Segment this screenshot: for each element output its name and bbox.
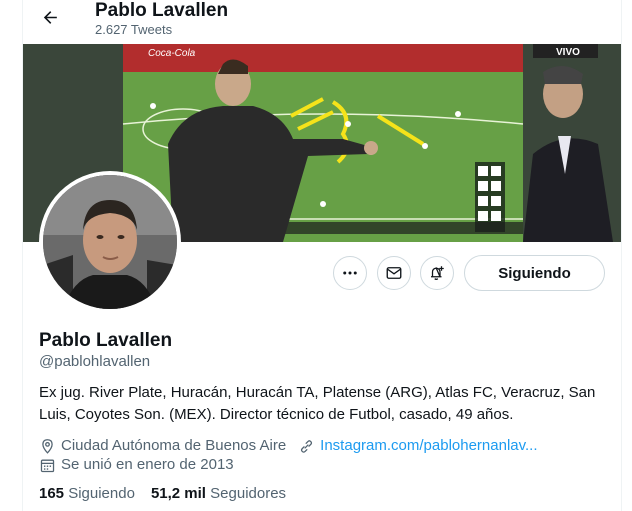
profile-meta-row-1: Ciudad Autónoma de Buenos Aire Instagram… — [39, 437, 538, 455]
profile-joined-date: Se unió en enero de 2013 — [61, 456, 234, 473]
back-button[interactable] — [35, 2, 65, 32]
followers-label: Seguidores — [210, 485, 287, 502]
profile-name: Pablo Lavallen — [39, 330, 173, 351]
more-dots-icon — [343, 271, 357, 275]
followers-stat-link[interactable]: 51,2 mil Seguidores — [151, 485, 286, 502]
location-pin-icon — [42, 438, 53, 454]
header-name: Pablo Lavallen — [95, 0, 229, 21]
envelope-icon — [386, 267, 402, 279]
followers-count: 51,2 mil — [150, 485, 206, 502]
profile-bio: Ex jug. River Plate, Huracán, Huracán TA… — [39, 384, 596, 423]
profile-website-link[interactable]: Instagram.com/pablohernanlav... — [320, 437, 537, 455]
following-label: Siguiendo — [68, 485, 135, 502]
header-tweet-count: 2.627 Tweets — [95, 22, 173, 37]
avatar-image — [43, 175, 177, 309]
profile-handle: @pablohlavallen — [39, 353, 151, 370]
profile-meta-row-2: Se unió en enero de 2013 — [39, 456, 234, 474]
ad-text: Coca-Cola — [148, 48, 196, 59]
arrow-left-icon — [43, 10, 57, 24]
avatar — [43, 175, 177, 309]
live-badge: VIVO — [556, 47, 580, 58]
notifications-button[interactable] — [420, 256, 454, 290]
following-count: 165 — [39, 485, 65, 502]
bell-plus-icon — [431, 266, 444, 281]
profile-stats: 165 Siguiendo 51,2 mil Seguidores — [39, 485, 302, 503]
following-stat-link[interactable]: 165 Siguiendo — [39, 485, 135, 502]
more-options-button[interactable] — [333, 256, 367, 290]
message-button[interactable] — [377, 256, 411, 290]
link-icon — [301, 439, 313, 453]
following-button[interactable]: Siguiendo — [464, 255, 605, 291]
profile-location: Ciudad Autónoma de Buenos Aire — [61, 437, 287, 454]
avatar-frame[interactable] — [39, 171, 181, 313]
column-border-right — [621, 0, 622, 511]
calendar-icon — [40, 459, 55, 472]
profile-header-bar: Pablo Lavallen 2.627 Tweets — [23, 0, 621, 44]
